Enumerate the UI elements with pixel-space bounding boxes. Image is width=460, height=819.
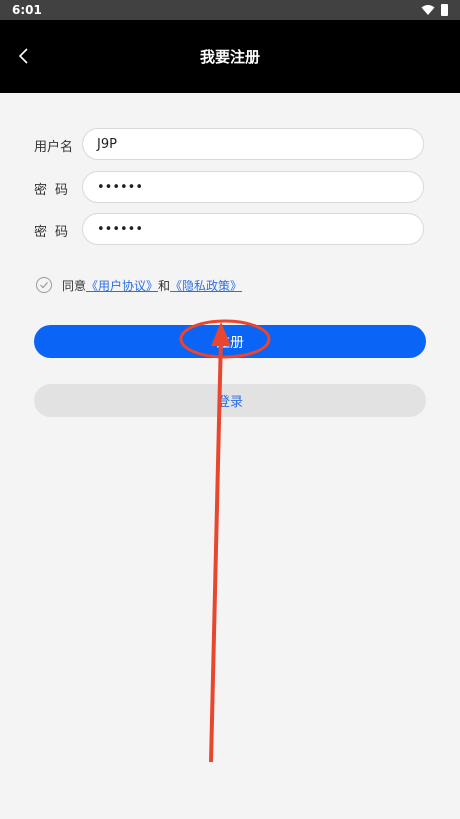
username-label: 用户名 — [34, 140, 74, 155]
password-input[interactable]: •••••• — [82, 171, 424, 203]
password-label: 密码 — [34, 183, 77, 198]
title-bar: 我要注册 — [0, 20, 460, 93]
page-title: 我要注册 — [199, 48, 260, 66]
password-row: 密码 •••••• — [0, 171, 460, 205]
confirm-password-row: 密码 •••••• — [0, 213, 460, 247]
privacy-policy-link[interactable]: 《隐私政策》 — [170, 277, 242, 294]
user-agreement-link[interactable]: 《用户协议》 — [86, 277, 158, 294]
agree-checkbox-icon[interactable] — [36, 277, 52, 293]
agree-and: 和 — [158, 278, 171, 293]
username-input[interactable]: J9P — [82, 128, 424, 160]
agreement-row: 同意 《用户协议》 和 《隐私政策》 — [36, 275, 436, 295]
register-button[interactable]: 注册 — [34, 325, 426, 358]
status-icons — [421, 4, 448, 16]
confirm-password-label: 密码 — [34, 225, 77, 240]
agree-prefix: 同意 — [62, 278, 87, 293]
battery-icon — [441, 4, 448, 16]
username-row: 用户名 J9P — [0, 128, 460, 162]
checkmark-icon — [40, 282, 48, 289]
status-bar: 6:01 — [0, 0, 460, 20]
confirm-password-input[interactable]: •••••• — [82, 213, 424, 245]
login-button[interactable]: 登录 — [34, 384, 426, 417]
wifi-icon — [421, 5, 435, 15]
status-time: 6:01 — [12, 3, 42, 17]
